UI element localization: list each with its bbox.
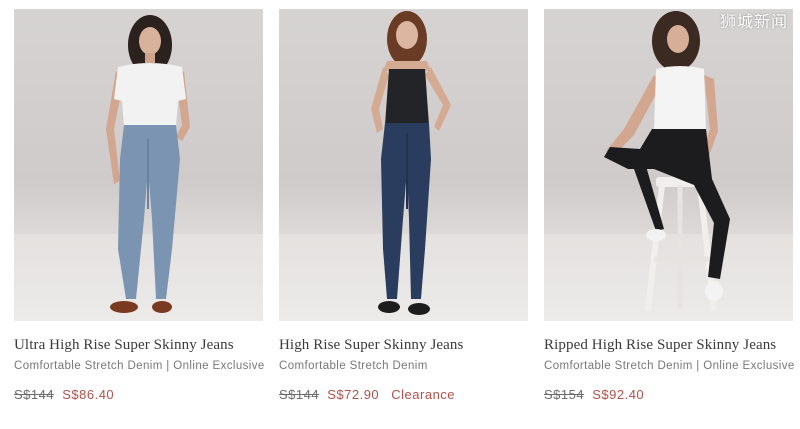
original-price: S$154 [544, 387, 585, 402]
sale-price: S$92.40 [592, 387, 645, 402]
clearance-badge: Clearance [391, 387, 456, 402]
product-subtitle: Comfortable Stretch Denim | Online Exclu… [544, 360, 795, 372]
price-row: S$154 S$92.40 [544, 387, 793, 402]
product-card[interactable]: Ultra High Rise Super Skinny Jeans Comfo… [14, 9, 265, 402]
product-subtitle: Comfortable Stretch Denim | Online Exclu… [14, 360, 265, 372]
product-subtitle: Comfortable Stretch Denim [279, 360, 428, 372]
model-figure [106, 15, 190, 313]
model-figure [604, 11, 730, 312]
sale-price: S$86.40 [62, 387, 115, 402]
price-row: S$144 S$72.90 Clearance [279, 387, 528, 402]
product-image[interactable] [14, 9, 263, 321]
product-title[interactable]: Ultra High Rise Super Skinny Jeans [14, 337, 263, 354]
product-grid: Ultra High Rise Super Skinny Jeans Comfo… [14, 9, 794, 419]
product-card[interactable]: Ripped High Rise Super Skinny Jeans Comf… [544, 9, 795, 402]
sale-price: S$72.90 [327, 387, 380, 402]
price-row: S$144 S$86.40 [14, 387, 263, 402]
product-title[interactable]: High Rise Super Skinny Jeans [279, 337, 528, 354]
original-price: S$144 [14, 387, 55, 402]
product-title[interactable]: Ripped High Rise Super Skinny Jeans [544, 337, 793, 354]
product-card[interactable]: High Rise Super Skinny Jeans Comfortable… [279, 9, 528, 402]
original-price: S$144 [279, 387, 320, 402]
watermark-logo: 狮城新闻 [719, 12, 788, 31]
product-image[interactable] [544, 9, 793, 321]
product-image[interactable] [279, 9, 528, 321]
model-figure [371, 11, 451, 315]
